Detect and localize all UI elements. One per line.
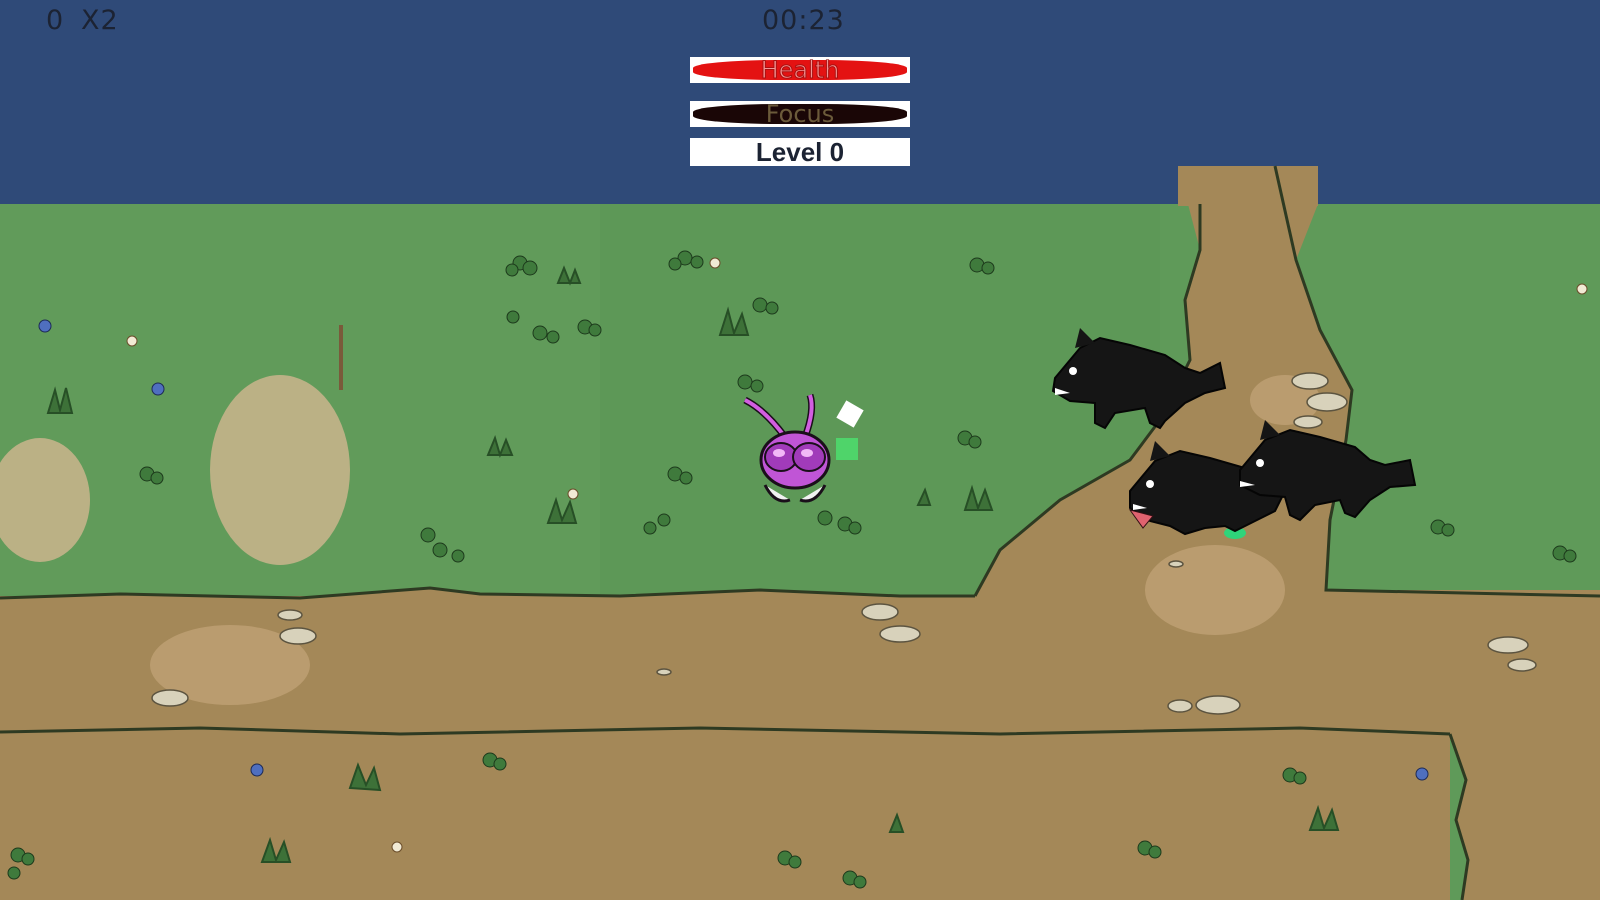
dirt-road-south [1450, 732, 1600, 900]
score-counter: 0 [46, 5, 65, 36]
health-bar-label: Health [760, 56, 840, 84]
game-world [0, 165, 1600, 900]
survival-timer: 00:23 [762, 5, 845, 36]
focus-bar: Focus [690, 101, 910, 127]
level-indicator: Level 0 [690, 138, 910, 166]
score-multiplier: X2 [81, 5, 119, 36]
focus-bar-label: Focus [765, 100, 835, 128]
health-bar: Health [690, 57, 910, 83]
green-xp-gem [836, 438, 858, 460]
game-viewport[interactable]: 0 X2 00:23 Health Focus Level 0 [0, 0, 1600, 900]
